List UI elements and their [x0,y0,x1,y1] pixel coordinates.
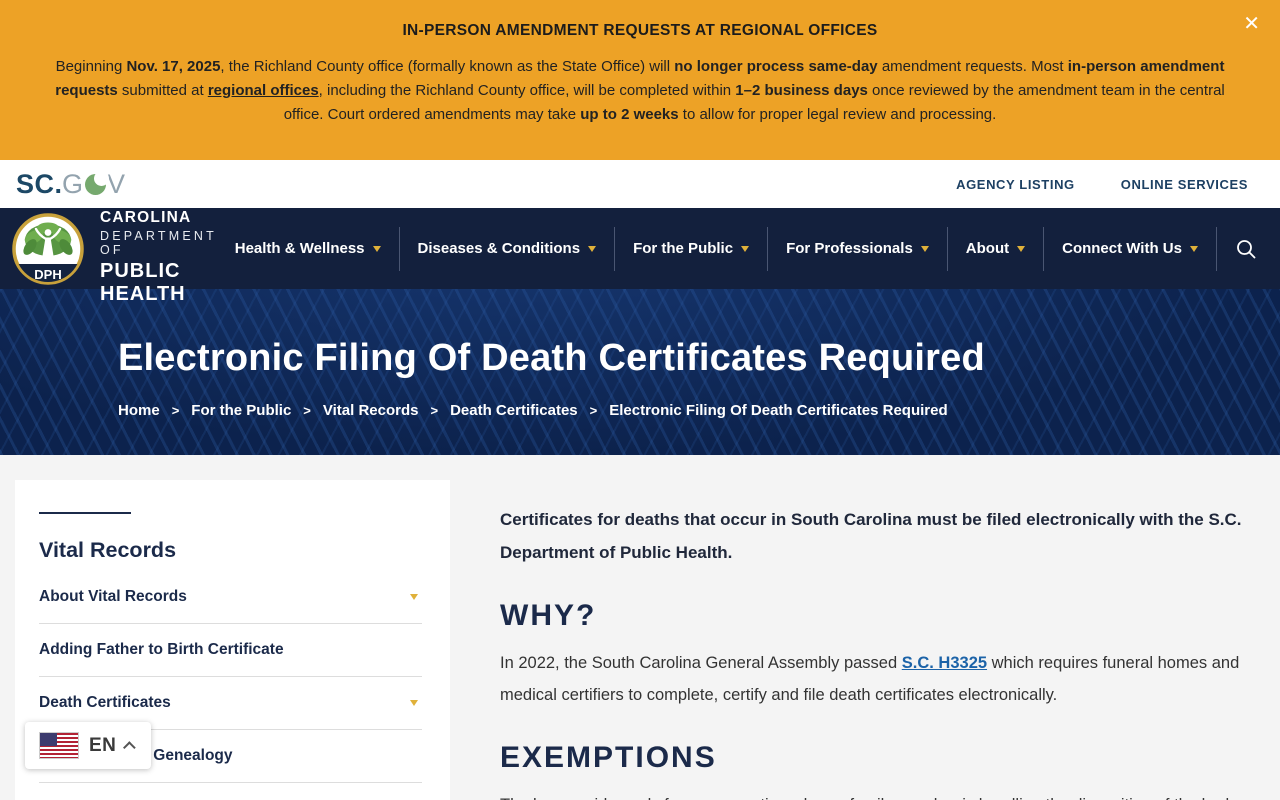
exemptions-heading: EXEMPTIONS [500,741,717,774]
nav-item-label: Health & Wellness [234,240,365,257]
breadcrumb-separator: > [303,403,311,418]
nav-item-label: Connect With Us [1062,240,1182,257]
breadcrumb-for-the-public[interactable]: For the Public [191,402,291,419]
nav-item-label: For the Public [633,240,734,257]
page-body: Vital Records About Vital Records Adding… [0,455,1280,800]
search-icon [1237,239,1256,258]
nav-item-health-wellness[interactable]: Health & Wellness [217,226,399,271]
alert-banner: IN-PERSON AMENDMENT REQUESTS AT REGIONAL… [0,0,1280,160]
online-services-link[interactable]: ONLINE SERVICES [1121,177,1248,192]
nav-item-label: Diseases & Conditions [417,240,581,257]
chevron-up-icon [123,741,137,754]
text-run: up to 2 weeks [580,106,679,123]
nav-item-diseases-conditions[interactable]: Diseases & Conditions [400,226,615,271]
why-heading: WHY? [500,599,597,632]
breadcrumb-home[interactable]: Home [118,402,160,419]
text-run: amendment requests. Most [877,58,1068,75]
breadcrumb: Home > For the Public > Vital Records > … [118,402,1280,419]
main-content: Certificates for deaths that occur in So… [500,455,1248,800]
sidebar-accent-rule [39,512,131,514]
chevron-down-icon [588,245,597,252]
brand-line1: SOUTH CAROLINA [100,191,192,227]
text-run: In 2022, the South Carolina General Asse… [500,654,902,672]
inline-link[interactable]: regional offices [208,82,319,99]
nav-item-for-the-public[interactable]: For the Public [615,226,767,271]
sidebar-item-adding-father[interactable]: Adding Father to Birth Certificate [39,624,422,677]
text-run: to allow for proper legal review and pro… [678,106,997,123]
brand-wordmark: SOUTH CAROLINA DEPARTMENT OF PUBLIC HEAL… [100,191,217,305]
why-paragraph: In 2022, the South Carolina General Asse… [500,647,1248,711]
search-button[interactable] [1217,228,1263,270]
nav-item-label: About [965,240,1010,257]
exemptions-paragraph: The law provides only for an exemption w… [500,789,1248,800]
breadcrumb-separator: > [589,403,598,418]
chevron-down-icon [920,245,929,252]
text-run: , the Richland County office (formally k… [220,58,675,75]
utility-links: AGENCY LISTING ONLINE SERVICES [956,177,1248,192]
sidebar-item-divorce-reports[interactable]: Divorce Reports [39,783,422,800]
chevron-down-icon [372,245,381,252]
alert-message: Beginning Nov. 17, 2025, the Richland Co… [40,55,1240,127]
crescent-moon-icon [85,170,110,195]
sidebar-item-label[interactable]: About Vital Records [39,588,187,606]
dph-home-link[interactable]: DPH SOUTH CAROLINA DEPARTMENT OF PUBLIC … [12,191,217,305]
chevron-down-icon[interactable] [410,700,418,706]
text-run: Nov. 17, 2025 [126,58,221,75]
chevron-down-icon [1017,245,1026,252]
page-title: Electronic Filing Of Death Certificates … [118,337,985,379]
nav-item-about[interactable]: About [948,226,1043,271]
inline-link[interactable]: S.C. H3325 [902,654,987,672]
nav-list: Health & Wellness Diseases & Conditions … [217,226,1263,271]
sidebar-item-label[interactable]: Adding Father to Birth Certificate [39,641,284,659]
text-run: submitted at [117,82,208,99]
text-run: 1–2 business days [735,82,868,99]
dph-logo-icon: DPH [12,212,84,285]
breadcrumb-current-page: Electronic Filing Of Death Certificates … [609,402,948,419]
language-selector[interactable]: EN [25,722,152,769]
sidebar-item-about-vital-records[interactable]: About Vital Records [39,571,422,624]
dph-logo-acronym: DPH [34,267,61,282]
agency-listing-link[interactable]: AGENCY LISTING [956,177,1075,192]
chevron-down-icon[interactable] [410,594,418,600]
breadcrumb-death-certificates[interactable]: Death Certificates [450,402,578,419]
language-code: EN [89,734,117,756]
breadcrumb-separator: > [430,403,439,418]
close-icon[interactable]: ✕ [1239,10,1264,38]
brand-line3: PUBLIC HEALTH [100,259,186,305]
sidebar-title: Vital Records [39,538,177,562]
intro-paragraph: Certificates for deaths that occur in So… [500,510,1242,562]
breadcrumb-vital-records[interactable]: Vital Records [323,402,419,419]
nav-item-label: For Professionals [786,240,913,257]
chevron-down-icon [741,245,750,252]
nav-item-connect-with-us[interactable]: Connect With Us [1044,226,1216,271]
alert-title: IN-PERSON AMENDMENT REQUESTS AT REGIONAL… [402,22,878,39]
sidebar-item-label[interactable]: Death Certificates [39,694,171,712]
text-run: , including the Richland County office, … [318,82,736,99]
text-run: no longer process same-day [674,58,878,75]
main-navigation: DPH SOUTH CAROLINA DEPARTMENT OF PUBLIC … [0,191,1280,305]
hero-banner: Electronic Filing Of Death Certificates … [0,289,1280,455]
brand-line2: DEPARTMENT OF [100,228,217,258]
nav-item-for-professionals[interactable]: For Professionals [768,226,947,271]
breadcrumb-separator: > [171,403,180,418]
chevron-down-icon [1189,245,1198,252]
text-run: Beginning [55,58,127,75]
text-run: The law provides only for an exemption w… [500,796,1237,800]
us-flag-icon [39,732,79,759]
